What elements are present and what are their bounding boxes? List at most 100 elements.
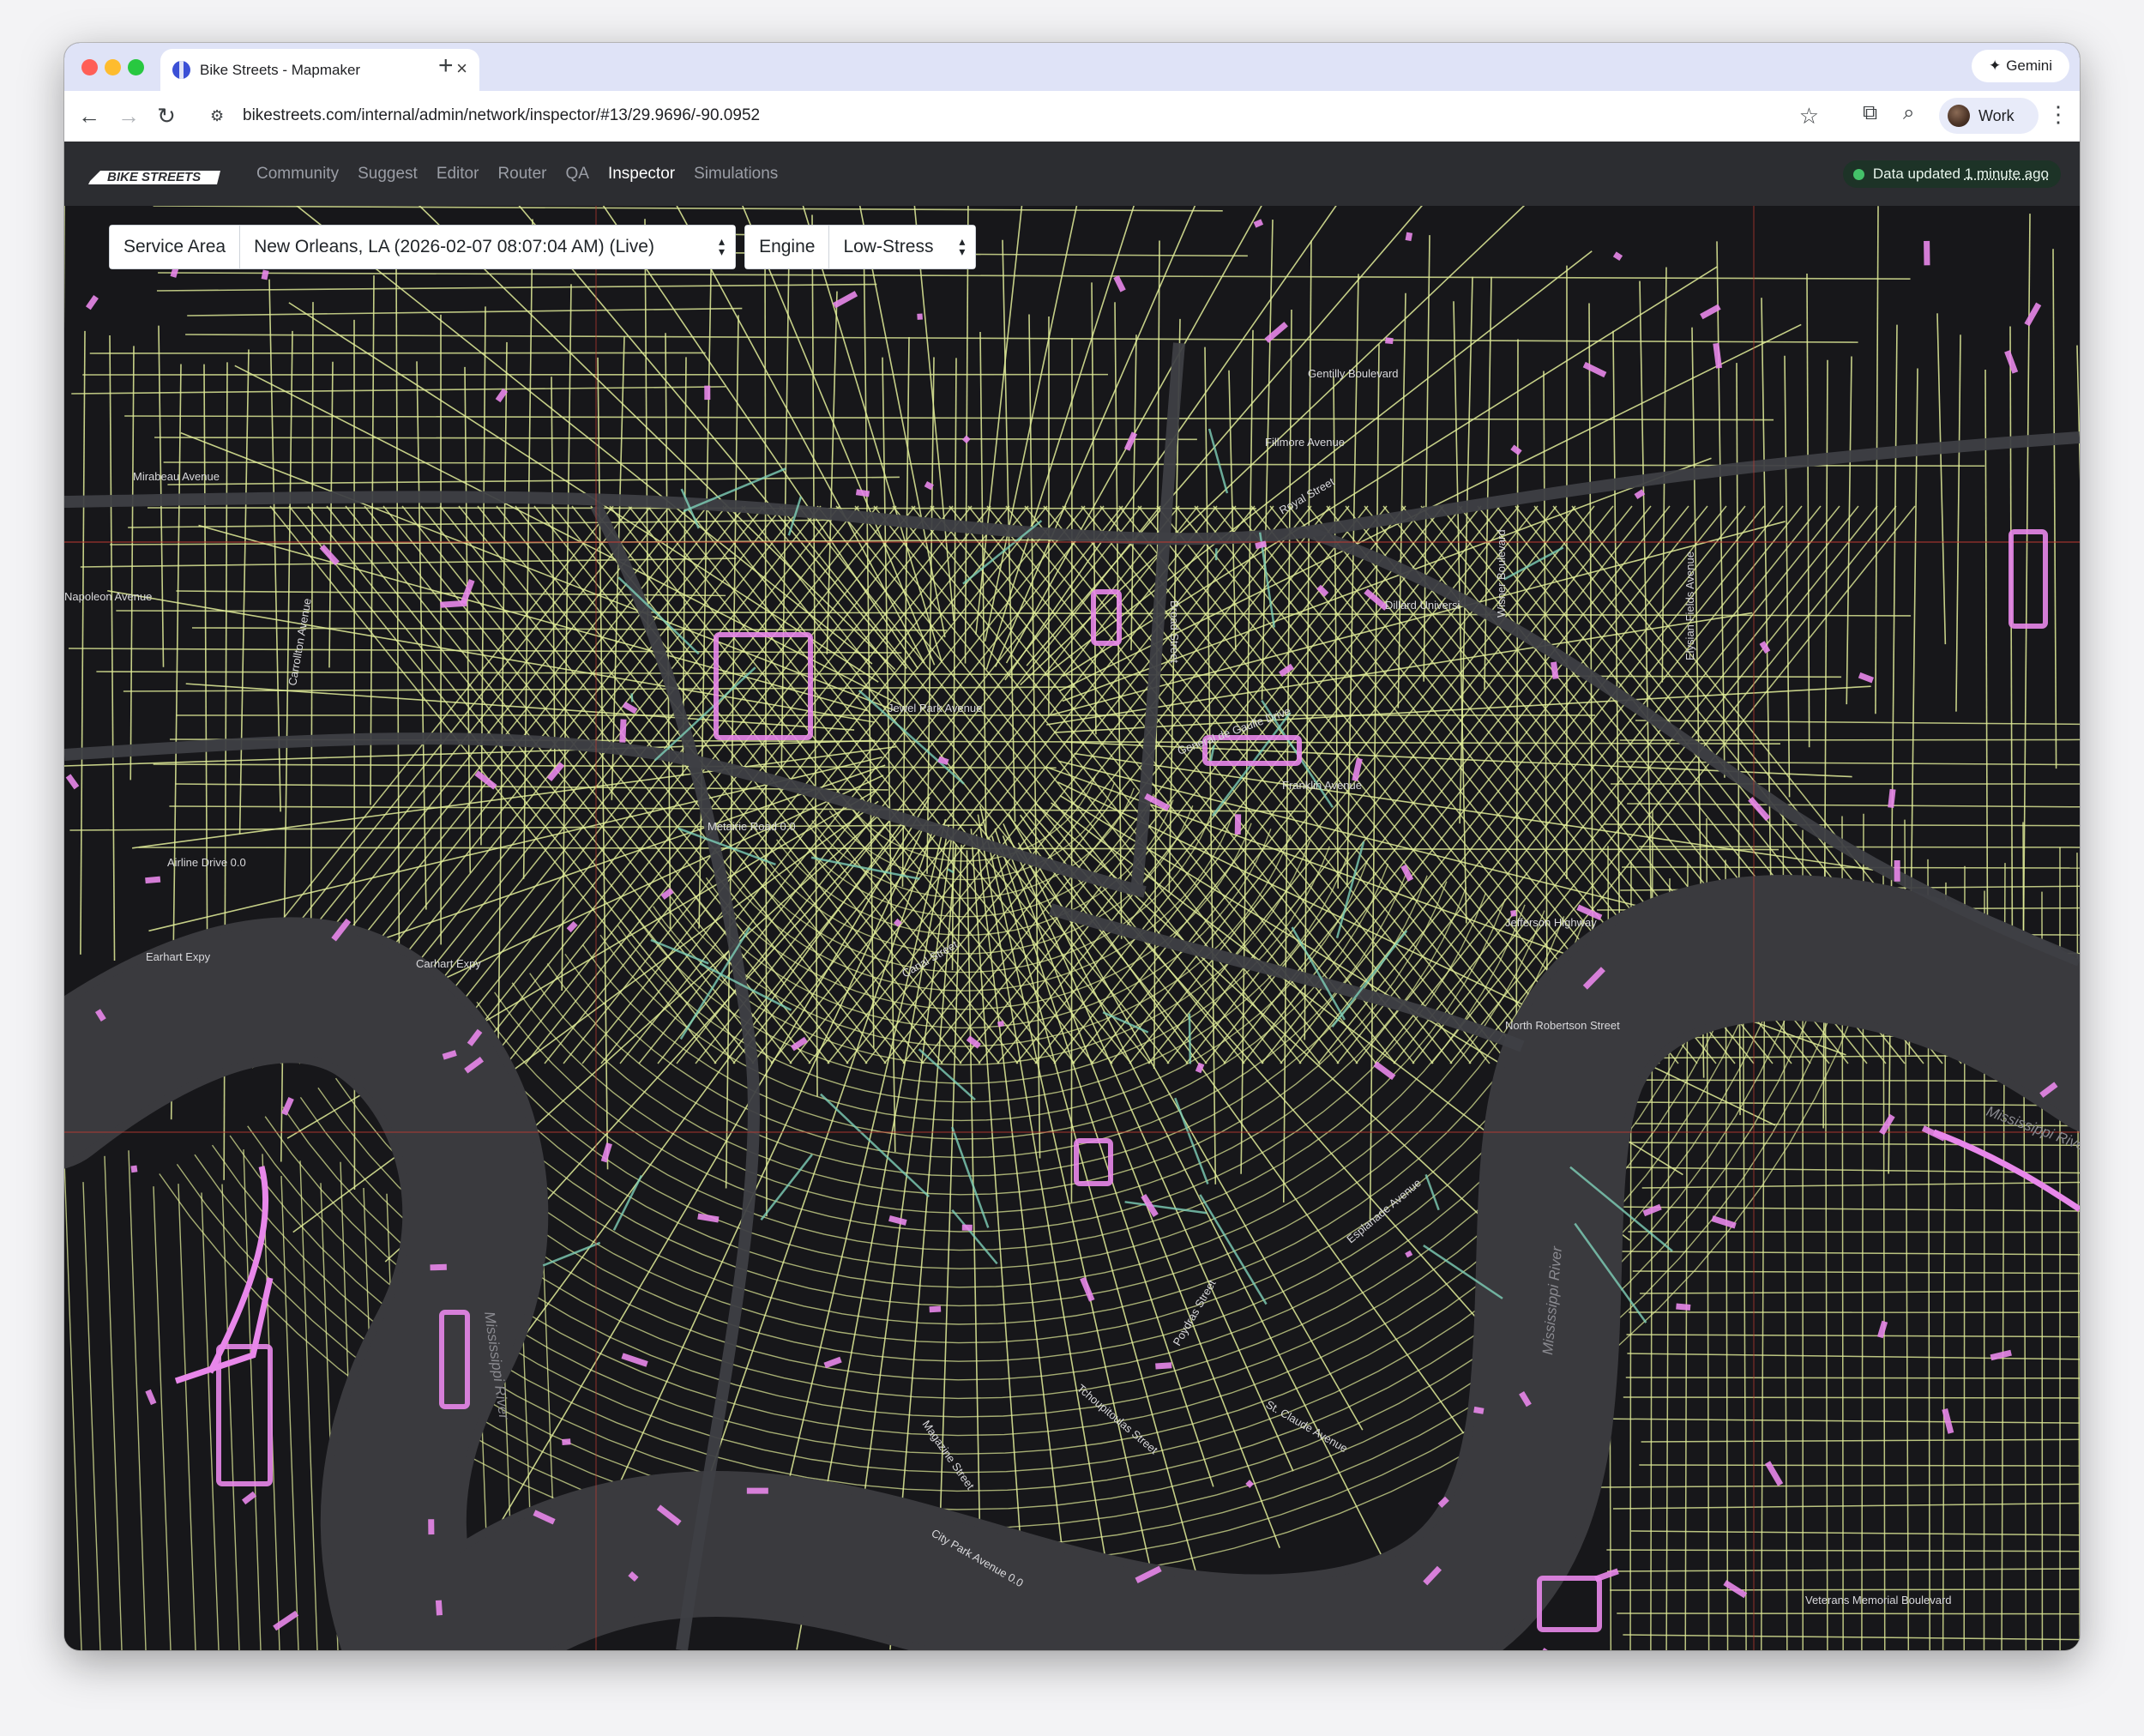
engine-control: Engine Low-Stress ▴ ▾	[744, 225, 977, 269]
nav-community[interactable]: Community	[256, 165, 339, 184]
browser-tab[interactable]: Bike Streets - Mapmaker ×	[160, 49, 479, 91]
secondary-route	[1424, 1173, 1440, 1211]
street-segment	[964, 206, 969, 664]
protected-route	[966, 1035, 981, 1049]
street-segment	[82, 1182, 101, 1650]
street-segment	[129, 346, 135, 781]
tab-title: Bike Streets - Mapmaker	[200, 62, 361, 78]
map-label: St. Claude Avenue	[1264, 1398, 1351, 1456]
nav-suggest[interactable]: Suggest	[358, 165, 418, 184]
close-tab-icon[interactable]: ×	[456, 59, 467, 78]
street-segment	[1635, 720, 2080, 726]
protected-route	[566, 920, 578, 933]
bookmark-star-icon[interactable]: ☆	[1799, 103, 1819, 130]
street-segment	[1618, 761, 2080, 766]
protected-route	[1510, 444, 1522, 455]
bike-streets-logo[interactable]: BIKE STREETS	[88, 162, 222, 188]
protected-route	[85, 295, 99, 310]
protected-route	[1405, 1250, 1413, 1258]
protected-route	[440, 600, 467, 608]
map-label: Franklin Avenue	[1282, 779, 1362, 792]
forward-arrow-icon[interactable]: →	[116, 103, 142, 129]
map-label: Airline Drive 0.0	[167, 856, 246, 869]
service-area-select[interactable]: New Orleans, LA (2026-02-07 08:07:04 AM)…	[240, 226, 736, 268]
select-chevron-icon: ▴ ▾	[719, 234, 726, 258]
tab-strip: Bike Streets - Mapmaker × + ✦ Gemini	[64, 43, 2080, 91]
nav-router[interactable]: Router	[497, 165, 546, 184]
status-dot-icon	[1852, 168, 1864, 180]
street-segment	[107, 589, 876, 723]
street-segment	[124, 415, 1774, 421]
secondary-route	[918, 1048, 976, 1101]
browser-menu-icon[interactable]: ⋮	[2047, 101, 2069, 128]
profile-button[interactable]: Work	[1939, 98, 2039, 134]
street-segment	[221, 1184, 240, 1650]
street-segment	[128, 519, 833, 528]
engine-select[interactable]: Low-Stress ▴ ▾	[829, 226, 976, 268]
protected-route	[1551, 661, 1559, 679]
nav-simulations[interactable]: Simulations	[694, 165, 778, 184]
protected-route	[241, 1491, 257, 1505]
street-segment	[827, 505, 1274, 1064]
extensions-puzzle-icon[interactable]: ⧉	[1863, 101, 1877, 125]
street-segment	[153, 763, 1057, 769]
street-segment	[1632, 1270, 2080, 1275]
protected-route	[1264, 322, 1288, 343]
street-segment	[1628, 1231, 2080, 1233]
street-segment	[154, 437, 1197, 441]
street-segment	[1875, 206, 1879, 714]
street-segment	[406, 921, 1585, 1325]
nav-editor[interactable]: Editor	[437, 165, 479, 184]
protected-route	[1582, 361, 1607, 378]
map-canvas[interactable]: Mississippi River Mississippi River Missis…	[64, 206, 2080, 1650]
url-text[interactable]: bikestreets.com/internal/admin/network/i…	[243, 106, 760, 125]
protected-route	[1594, 1568, 1619, 1582]
protected-route	[1700, 304, 1721, 320]
protected-route	[1990, 1349, 2012, 1361]
map-label: Elysian Fields Avenue	[1683, 552, 1696, 660]
url-host: bikestreets.com	[243, 106, 358, 124]
gemini-button[interactable]: ✦ Gemini	[1972, 50, 2069, 82]
street-segment	[153, 206, 1223, 212]
protected-route	[924, 480, 934, 491]
street-segment	[1955, 335, 1961, 712]
map-label: Jewel Park Avenue	[888, 702, 982, 714]
street-segment	[464, 366, 472, 873]
reload-icon[interactable]: ↻	[154, 103, 179, 129]
street-segment	[1070, 338, 1073, 1203]
protected-route	[1510, 910, 1517, 917]
back-arrow-icon[interactable]: ←	[76, 103, 102, 129]
protected-route	[1195, 1062, 1205, 1074]
map-controls: Service Area New Orleans, LA (2026-02-07…	[109, 225, 977, 269]
close-window-button[interactable]	[81, 59, 98, 75]
street-segment	[1600, 1483, 2080, 1488]
app-navbar: BIKE STREETS Community Suggest Editor Ro…	[64, 142, 2080, 206]
protected-route	[893, 918, 902, 927]
street-segment	[163, 461, 1985, 467]
street-segment	[1846, 356, 1852, 705]
network-map[interactable]: Mississippi RiverMississippi RiverMissis…	[64, 206, 2080, 1650]
nav-qa[interactable]: QA	[565, 165, 588, 184]
street-segment	[1625, 1377, 2080, 1379]
nav-inspector[interactable]: Inspector	[608, 165, 675, 184]
site-settings-icon[interactable]: ⚙	[210, 105, 231, 126]
minimize-window-button[interactable]	[105, 59, 121, 75]
protected-route	[562, 1438, 571, 1445]
protected-route	[790, 1036, 808, 1052]
protected-route	[823, 1356, 842, 1369]
map-label: Wisner Boulevard	[1495, 529, 1508, 618]
street-segment	[487, 505, 935, 1064]
protected-route	[145, 876, 161, 884]
street-segment	[1147, 505, 1595, 1064]
maximize-window-button[interactable]	[128, 59, 144, 75]
street-segment	[128, 1150, 147, 1650]
address-bar[interactable]: ⚙ bikestreets.com/internal/admin/network…	[200, 98, 1829, 134]
map-label: Gentilly Boulevard	[1308, 367, 1399, 380]
secondary-route	[612, 1175, 643, 1231]
street-segment	[551, 377, 556, 768]
street-segment	[1984, 370, 1989, 964]
new-tab-button[interactable]: +	[438, 51, 454, 81]
service-area-value: New Orleans, LA (2026-02-07 08:07:04 AM)…	[254, 237, 654, 256]
tab-search-icon[interactable]: ⌕	[1903, 101, 1914, 125]
protected-route	[1634, 489, 1646, 500]
